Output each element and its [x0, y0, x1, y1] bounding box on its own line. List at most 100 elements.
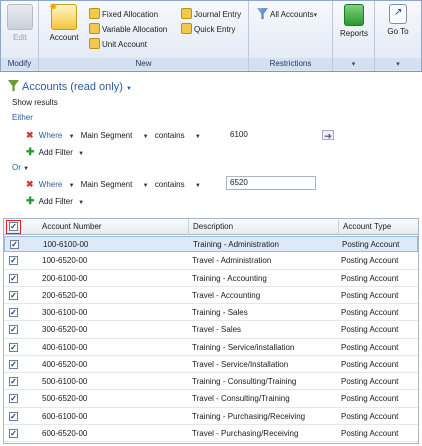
quick-entry-label: Quick Entry — [194, 25, 236, 34]
cell-account-number: 500-6520-00 — [42, 394, 88, 404]
table-row[interactable]: ✓ 600-6100-00 Training - Purchasing/Receiv… — [4, 409, 418, 425]
unit-account-icon — [89, 38, 100, 49]
cell-description: Training - Consulting/Training — [192, 377, 297, 386]
cell-account-type: Posting Account — [341, 411, 399, 421]
chevron-down-icon[interactable]: ▼ — [143, 183, 149, 189]
table-row[interactable]: ✓ 300-6100-00 Training - Sales Posting Acco… — [4, 305, 418, 322]
chevron-down-icon[interactable]: ▼ — [143, 134, 149, 140]
column-header-description[interactable]: Description — [188, 219, 338, 235]
select-all-checkbox[interactable]: ✓ — [9, 222, 18, 231]
remove-filter-icon[interactable]: ✖ — [26, 179, 34, 189]
table-row[interactable]: ✓ 600-6520-00 Travel - Purchasing/Receivin… — [4, 426, 418, 443]
journal-entry-button[interactable]: Journal Entry — [181, 8, 241, 21]
new-account-icon: ✸ — [49, 2, 77, 30]
or-link[interactable]: Or ▼ — [12, 162, 29, 174]
row-checkbox[interactable]: ✓ — [10, 240, 19, 249]
cell-account-type: Posting Account — [341, 342, 399, 352]
row-checkbox[interactable]: ✓ — [9, 394, 18, 404]
operator-select[interactable]: contains — [155, 131, 185, 140]
cell-account-number: 400-6100-00 — [42, 342, 88, 352]
quick-entry-button[interactable]: Quick Entry — [181, 23, 235, 36]
goto-group-chevron[interactable]: ▾ — [375, 58, 421, 70]
table-row[interactable]: ✓ 400-6100-00 Training - Service/installat… — [4, 340, 418, 356]
journal-entry-label: Journal Entry — [194, 10, 242, 19]
chevron-down-icon[interactable]: ▼ — [195, 134, 201, 140]
chevron-down-icon: ▼ — [23, 166, 30, 172]
cell-account-number: 400-6520-00 — [42, 359, 88, 369]
table-row[interactable]: ✓ 100-6100-00 Training - Administration Pos… — [4, 236, 418, 253]
ribbon-group-goto: ↗ Go To ▾ — [375, 1, 421, 71]
fixed-allocation-label: Fixed Allocation — [102, 10, 159, 19]
table-row[interactable]: ✓ 100-6520-00 Travel - Administration Posti… — [4, 253, 418, 270]
filter-value-input[interactable]: 6100 — [226, 128, 316, 142]
row-checkbox[interactable]: ✓ — [9, 342, 18, 352]
ribbon-group-modify: Edit Modify — [1, 1, 39, 71]
field-select[interactable]: Main Segment — [81, 131, 133, 140]
where-link[interactable]: Where — [39, 131, 63, 140]
page-title[interactable]: Accounts (read only) ▼ — [8, 80, 132, 94]
chevron-down-icon: ▼ — [78, 200, 85, 206]
cell-description: Travel - Accounting — [192, 290, 261, 300]
row-checkbox[interactable]: ✓ — [9, 411, 18, 421]
field-select[interactable]: Main Segment — [81, 180, 133, 189]
table-row[interactable]: ✓ 200-6520-00 Travel - Accounting Posting A… — [4, 288, 418, 305]
edit-button[interactable]: Edit — [5, 4, 35, 42]
column-header-account-type[interactable]: Account Type — [338, 219, 418, 235]
chevron-down-icon[interactable]: ▼ — [69, 183, 75, 189]
cell-account-number: 100-6100-00 — [43, 240, 89, 249]
row-checkbox[interactable]: ✓ — [9, 377, 18, 386]
where-link[interactable]: Where — [39, 180, 63, 189]
table-row[interactable]: ✓ 500-6520-00 Travel - Consulting/Training… — [4, 391, 418, 408]
show-results-label: Show results — [12, 98, 58, 107]
funnel-icon — [257, 8, 268, 19]
chevron-down-icon: ▾ — [396, 61, 400, 68]
grid-header: ✓ Account Number Description Account Typ… — [4, 219, 418, 235]
cell-account-number: 200-6100-00 — [42, 273, 88, 283]
goto-label: Go To — [387, 27, 409, 36]
all-accounts-label: All Accounts — [270, 10, 314, 19]
row-checkbox[interactable]: ✓ — [9, 273, 18, 283]
add-filter-button[interactable]: ✚ Add Filter ▼ — [26, 147, 84, 159]
fixed-allocation-icon — [89, 8, 100, 19]
reports-group-chevron[interactable]: ▾ — [333, 58, 374, 70]
table-row[interactable]: ✓ 400-6520-00 Travel - Service/Installatio… — [4, 357, 418, 374]
cell-account-number: 600-6520-00 — [42, 428, 88, 438]
cell-account-type: Posting Account — [341, 394, 399, 404]
row-checkbox[interactable]: ✓ — [9, 359, 18, 369]
row-checkbox[interactable]: ✓ — [9, 428, 18, 438]
either-link[interactable]: Either — [12, 112, 33, 124]
operator-select[interactable]: contains — [155, 180, 185, 189]
chevron-down-icon[interactable]: ▼ — [195, 183, 201, 189]
cell-account-type: Posting Account — [341, 308, 399, 317]
chevron-down-icon[interactable]: ▼ — [69, 134, 75, 140]
add-filter-button[interactable]: ✚ Add Filter ▼ — [26, 196, 84, 208]
cell-description: Training - Service/installation — [192, 342, 295, 352]
row-checkbox[interactable]: ✓ — [9, 256, 18, 266]
new-account-button[interactable]: ✸ Account — [47, 2, 81, 42]
cell-account-number: 200-6520-00 — [42, 290, 88, 300]
row-checkbox[interactable]: ✓ — [9, 325, 18, 335]
journal-entry-icon — [181, 8, 192, 19]
chevron-down-icon: ▾ — [351, 61, 356, 68]
cell-account-type: Posting Account — [341, 359, 399, 369]
variable-allocation-label: Variable Allocation — [102, 25, 168, 34]
reports-button[interactable]: Reports — [337, 4, 371, 38]
goto-button[interactable]: ↗ Go To — [381, 4, 415, 36]
variable-allocation-button[interactable]: Variable Allocation — [89, 23, 167, 36]
table-row[interactable]: ✓ 300-6520-00 Travel - Sales Posting Accoun… — [4, 322, 418, 339]
table-row[interactable]: ✓ 200-6100-00 Training - Accounting Posting… — [4, 271, 418, 287]
filter-value-input[interactable]: 6520 — [226, 176, 316, 190]
fixed-allocation-button[interactable]: Fixed Allocation — [89, 8, 158, 21]
unit-account-button[interactable]: Unit Account — [89, 38, 147, 51]
quick-entry-icon — [181, 23, 192, 34]
all-accounts-dropdown[interactable]: All Accounts▾ — [257, 8, 317, 21]
cell-account-type: Posting Account — [341, 377, 399, 386]
apply-filter-arrow-icon[interactable]: ➔ — [322, 130, 334, 141]
remove-filter-icon[interactable]: ✖ — [26, 130, 34, 140]
row-checkbox[interactable]: ✓ — [9, 308, 18, 317]
column-header-account-number[interactable]: Account Number — [26, 219, 188, 235]
table-row[interactable]: ✓ 500-6100-00 Training - Consulting/Traini… — [4, 374, 418, 391]
row-checkbox[interactable]: ✓ — [9, 290, 18, 300]
cell-account-number: 100-6520-00 — [42, 256, 88, 266]
cell-description: Travel - Administration — [192, 256, 272, 266]
